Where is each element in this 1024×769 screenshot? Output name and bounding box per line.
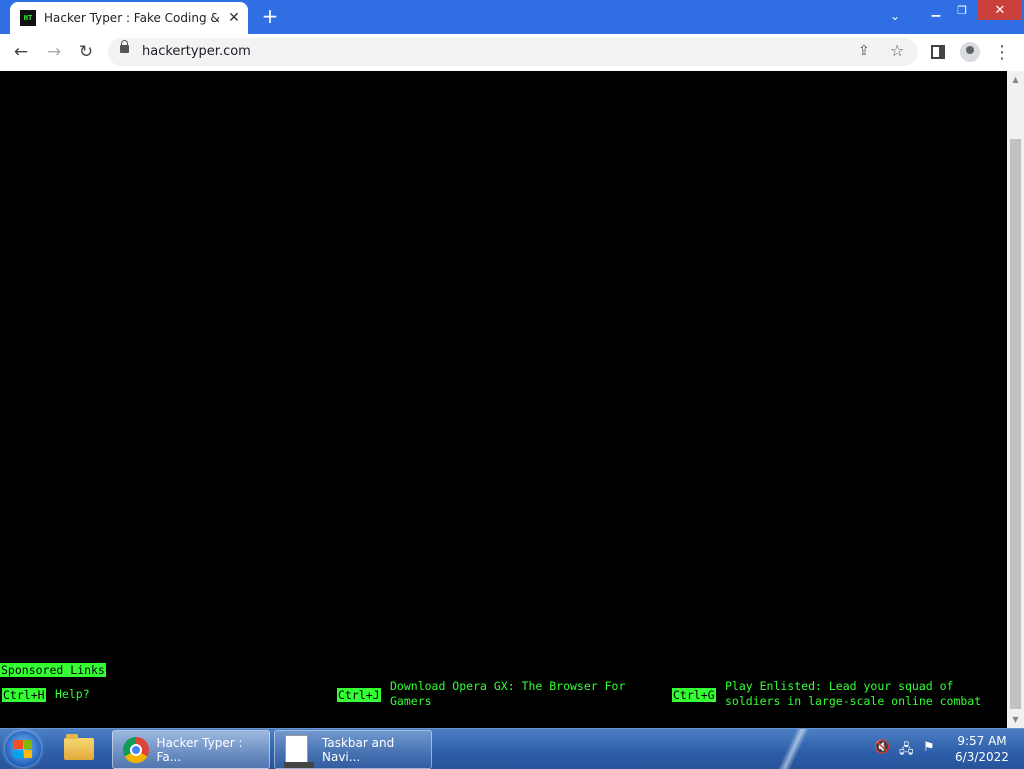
tab-title: Hacker Typer : Fake Coding & Hacker Simu… [44, 11, 220, 25]
clock-date: 6/3/2022 [955, 750, 1009, 764]
new-tab-button[interactable]: + [260, 6, 280, 26]
folder-icon [64, 734, 94, 760]
system-clock[interactable]: 9:57 AM 6/3/2022 [950, 733, 1014, 765]
address-bar[interactable]: hackertyper.com ⇪ ☆ [108, 38, 918, 66]
enlisted-link-line2: soldiers in large-scale online combat [725, 694, 982, 708]
opera-gx-link-line2: Gamers [390, 694, 432, 708]
taskbar-chrome-label: Hacker Typer : Fa... [156, 735, 243, 764]
forward-button[interactable]: → [42, 40, 66, 64]
scrollbar-thumb[interactable] [1010, 139, 1021, 709]
start-button[interactable] [5, 731, 41, 767]
page-scrollbar[interactable]: ▲ ▼ [1007, 71, 1024, 728]
enlisted-link-line1: Play Enlisted: Lead your squad of [725, 679, 954, 693]
chrome-menu-button[interactable]: ⋮ [990, 40, 1014, 64]
volume-muted-icon[interactable]: 🔇 [874, 740, 890, 755]
back-button[interactable]: ← [9, 40, 33, 64]
file-explorer-button[interactable] [56, 732, 102, 766]
shortcut-key-ctrl-j: Ctrl+J [337, 688, 381, 702]
window-close-button[interactable]: ✕ [978, 0, 1022, 20]
opera-gx-link[interactable]: Download Opera GX: The Browser For Gamer… [390, 679, 625, 709]
hacker-typer-terminal[interactable]: Sponsored Links Ctrl+H Help? Ctrl+J Down… [0, 71, 1007, 728]
tab-close-icon[interactable]: ✕ [226, 10, 242, 26]
tab-strip: HT Hacker Typer : Fake Coding & Hacker S… [0, 0, 1024, 34]
share-icon[interactable]: ⇪ [858, 43, 870, 59]
scroll-down-arrow-icon[interactable]: ▼ [1007, 711, 1024, 728]
opera-gx-link-line1: Download Opera GX: The Browser For [390, 679, 626, 693]
tab-hacker-typer[interactable]: HT Hacker Typer : Fake Coding & Hacker S… [10, 2, 248, 34]
hacker-typer-favicon-icon: HT [20, 10, 36, 26]
shortcut-key-ctrl-g: Ctrl+G [672, 688, 716, 702]
scroll-up-arrow-icon[interactable]: ▲ [1007, 71, 1024, 88]
side-panel-icon [931, 45, 945, 59]
taskbar-chrome-window[interactable]: Hacker Typer : Fa... [112, 730, 270, 769]
tab-search-chevron-icon[interactable]: ⌄ [890, 9, 900, 23]
profile-button[interactable] [958, 40, 982, 64]
windows-taskbar: Hacker Typer : Fa... Taskbar and Navi...… [0, 728, 1024, 769]
clock-time: 9:57 AM [957, 734, 1007, 748]
avatar-icon [960, 42, 980, 62]
taskbar-properties-icon [284, 734, 314, 768]
lock-icon[interactable] [120, 40, 129, 53]
reload-button[interactable]: ↻ [74, 40, 98, 64]
sponsored-links-label: Sponsored Links [0, 663, 106, 677]
side-panel-button[interactable] [926, 40, 950, 64]
window-restore-button[interactable]: ❐ [950, 0, 974, 20]
chrome-icon [123, 736, 149, 763]
windows-logo-icon [14, 740, 32, 758]
taskbar-properties-label: Taskbar and Navi... [322, 735, 395, 764]
action-center-flag-icon[interactable]: ⚑ [923, 740, 935, 755]
network-icon[interactable]: 🖧 [899, 740, 914, 762]
url-text[interactable]: hackertyper.com [142, 44, 251, 59]
enlisted-link[interactable]: Play Enlisted: Lead your squad of soldie… [725, 679, 981, 709]
window-minimize-button[interactable]: ▁ [924, 0, 948, 20]
help-link[interactable]: Help? [55, 687, 90, 702]
browser-toolbar: ← → ↻ hackertyper.com ⇪ ☆ ⋮ [0, 34, 1024, 72]
taskbar-properties-window[interactable]: Taskbar and Navi... [274, 730, 432, 769]
shortcut-key-ctrl-h: Ctrl+H [2, 688, 46, 702]
taskbar-glare [765, 729, 825, 769]
bookmark-star-icon[interactable]: ☆ [890, 41, 904, 60]
